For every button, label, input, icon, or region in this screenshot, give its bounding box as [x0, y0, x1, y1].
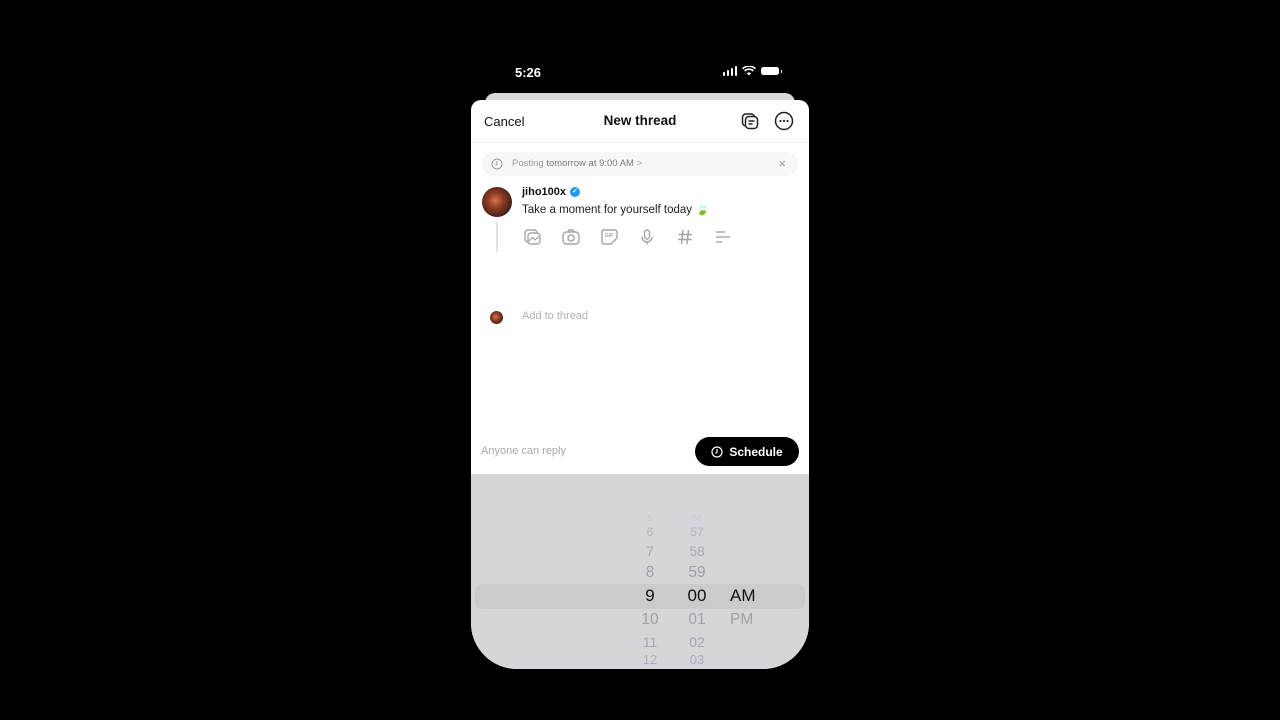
picker-option[interactable]: 12 — [630, 652, 670, 667]
svg-text:GIF: GIF — [605, 233, 613, 239]
clock-icon — [711, 445, 723, 458]
picker-option[interactable]: 7 — [630, 543, 670, 559]
close-icon[interactable]: × — [778, 156, 786, 171]
picker-option[interactable]: PM — [730, 611, 753, 629]
picker-selected-option[interactable]: 00 — [677, 586, 717, 606]
picker-option[interactable]: 58 — [677, 543, 717, 559]
thread-line — [496, 222, 498, 252]
reply-settings-button[interactable]: Anyone can reply — [481, 445, 566, 457]
add-to-thread-input[interactable]: Add to thread — [522, 310, 588, 322]
picker-option[interactable]: 03 — [677, 652, 717, 667]
camera-icon[interactable] — [561, 227, 581, 247]
nav-bar: Cancel New thread — [471, 100, 809, 143]
post-text-input[interactable]: Take a moment for yourself today 🍃 — [522, 202, 710, 216]
picker-option[interactable]: 04 — [677, 668, 717, 669]
gallery-icon[interactable] — [523, 227, 543, 247]
picker-option[interactable]: 6 — [630, 525, 670, 539]
cellular-signal-icon — [722, 66, 737, 76]
picker-option[interactable]: 56 — [677, 513, 717, 523]
schedule-button[interactable]: Schedule — [695, 437, 799, 466]
picker-option[interactable]: 10 — [630, 611, 670, 629]
more-options-icon[interactable] — [774, 111, 794, 131]
attachment-toolbar: GIF — [523, 227, 733, 247]
schedule-banner[interactable]: Posting tomorrow at 9:00 AM > × — [482, 152, 798, 176]
picker-option[interactable]: 8 — [630, 564, 670, 582]
picker-selected-option[interactable]: 9 — [630, 586, 670, 606]
microphone-icon[interactable] — [637, 227, 657, 247]
drafts-icon[interactable] — [740, 111, 760, 131]
compose-sheet: Cancel New thread Posting tomorrow at 9:… — [471, 100, 809, 669]
date-time-picker[interactable]: Mon Dec 9Tue Dec 10Wed Dec 11TodayFri De… — [471, 474, 809, 669]
picker-selected-option[interactable]: AM — [730, 586, 756, 606]
verified-badge-icon: ✓ — [570, 187, 581, 197]
picker-option[interactable]: 11 — [630, 634, 670, 650]
status-bar: 5:26 — [471, 51, 809, 95]
picker-option[interactable]: 57 — [677, 525, 717, 539]
picker-option[interactable]: 02 — [677, 634, 717, 650]
hashtag-icon[interactable] — [675, 227, 695, 247]
picker-option[interactable]: 01 — [677, 611, 717, 629]
small-avatar — [490, 311, 503, 324]
poll-icon[interactable] — [713, 227, 733, 247]
clock-icon — [491, 158, 503, 170]
schedule-banner-text: Posting tomorrow at 9:00 AM > — [512, 158, 643, 169]
battery-icon — [761, 67, 782, 75]
leaf-emoji: 🍃 — [695, 204, 710, 216]
status-time: 5:26 — [515, 65, 542, 80]
picker-option[interactable]: 1 — [630, 668, 670, 669]
username: jiho100x ✓ — [522, 186, 581, 198]
picker-option[interactable]: 59 — [677, 564, 717, 582]
wifi-icon — [742, 66, 756, 76]
phone-frame: 5:26 Cancel New thread Posting tomorrow … — [471, 51, 809, 669]
avatar[interactable] — [482, 187, 512, 217]
picker-option[interactable]: 5 — [630, 513, 670, 523]
gif-icon[interactable]: GIF — [599, 227, 619, 247]
